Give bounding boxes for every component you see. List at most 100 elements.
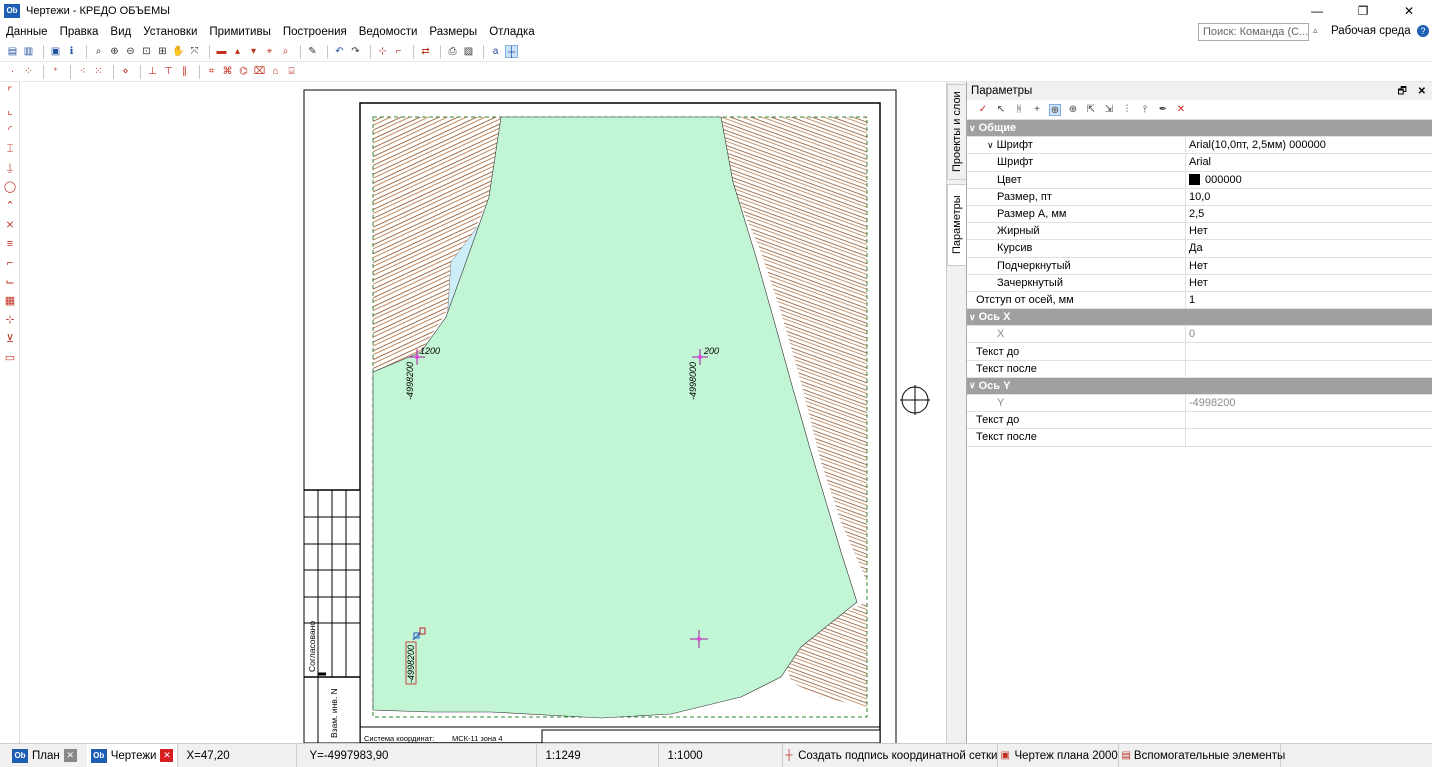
zoom-all-icon[interactable]: ⊞ [156, 45, 169, 58]
save-as-icon[interactable]: ▥ [22, 45, 35, 58]
zoom-out-icon[interactable]: ⊖ [124, 45, 137, 58]
grid-point-icon[interactable]: ⊕ [1049, 103, 1061, 116]
callout-icon[interactable]: ⌐ [2, 255, 18, 271]
edit-node-icon[interactable]: ⌗ [205, 65, 218, 78]
property-value[interactable]: Нет [1186, 275, 1432, 291]
chevron-down-icon[interactable]: ∨ [969, 123, 976, 134]
swap-icon[interactable]: ⇄ [419, 45, 432, 58]
close-drawings-icon[interactable]: ✕ [160, 749, 174, 762]
property-row[interactable]: Текст после [967, 429, 1432, 447]
grid-label-y-bottom-left[interactable]: -4998200 [406, 645, 416, 683]
snap-point-icon[interactable]: ⌐ [392, 45, 405, 58]
property-row[interactable]: X0 [967, 326, 1432, 344]
property-row[interactable]: Зачеркнутый Нет [967, 274, 1432, 292]
point-move-icon[interactable]: ⋄ [119, 65, 132, 78]
chevron-down-icon[interactable]: ∨ [969, 312, 976, 323]
point-line-icon[interactable]: ⁘ [22, 65, 35, 78]
layer-up-icon[interactable]: ▴ [231, 45, 244, 58]
menu-view[interactable]: Вид [104, 26, 137, 38]
drawing-svg[interactable]: 1200 -4998200 200 -4998000 -4998200 Согл… [21, 82, 946, 743]
close-button[interactable]: ✕ [1386, 0, 1432, 22]
polyline-icon[interactable]: ⌞ [2, 103, 18, 119]
fit-icon[interactable]: ⤧ [188, 45, 201, 58]
drawing-canvas[interactable]: 1200 -4998200 200 -4998000 -4998200 Согл… [21, 82, 946, 743]
minimize-button[interactable]: — [1294, 0, 1340, 22]
property-value[interactable]: 1 [1186, 292, 1432, 308]
pick-multi-icon[interactable]: ⇲ [1103, 104, 1115, 116]
search-dropdown-icon[interactable]: ▵ [1313, 25, 1318, 36]
property-value[interactable] [1186, 361, 1432, 377]
status-aux[interactable]: ▤ Вспомогательные элементы [1118, 743, 1285, 767]
select-object-icon[interactable]: ↖ [995, 104, 1007, 116]
property-value[interactable] [1186, 412, 1432, 428]
point-angle-icon[interactable]: ⁙ [92, 65, 105, 78]
menu-data[interactable]: Данные [0, 26, 54, 38]
snap-nodes-icon[interactable]: ⌂ [269, 65, 282, 78]
close-plan-icon[interactable]: ✕ [63, 749, 77, 762]
save-icon[interactable]: ▤ [6, 45, 19, 58]
undo-icon[interactable]: ↶ [333, 45, 346, 58]
property-row[interactable]: Текст до [967, 343, 1432, 361]
node-delete-icon[interactable]: ⊻ [2, 331, 18, 347]
print-icon[interactable]: ⎙ [446, 45, 459, 58]
height-mark-icon[interactable]: ⍊ [2, 160, 18, 176]
menu-edit[interactable]: Правка [54, 26, 105, 38]
property-value[interactable]: Arial(10,0пт, 2,5мм) 000000 [1186, 137, 1432, 153]
zoom-window-icon[interactable]: ⊡ [140, 45, 153, 58]
grid-label-y-top-left[interactable]: -4998200 [405, 362, 415, 400]
property-value[interactable]: 2,5 [1186, 206, 1432, 222]
maximize-button[interactable]: ❐ [1340, 0, 1386, 22]
line-parallel-icon[interactable]: ∥ [178, 65, 191, 78]
property-row[interactable]: Шрифт Arial [967, 154, 1432, 172]
property-value[interactable]: Да [1186, 240, 1432, 256]
text-icon[interactable]: a [489, 45, 502, 58]
property-value[interactable] [1186, 343, 1432, 359]
property-group[interactable]: ∨ Ось X [967, 309, 1432, 327]
layer-icon[interactable]: ▬ [215, 45, 228, 58]
menu-constructions[interactable]: Построения [277, 26, 353, 38]
align-nodes-icon[interactable]: ⫶ [1121, 104, 1133, 116]
property-row[interactable]: Жирный Нет [967, 223, 1432, 241]
cross-point-icon[interactable]: + [1031, 104, 1043, 116]
menu-dimensions[interactable]: Размеры [423, 26, 483, 38]
property-value[interactable]: Arial [1186, 154, 1432, 170]
property-value[interactable]: 10,0 [1186, 189, 1432, 205]
menu-primitives[interactable]: Примитивы [203, 26, 276, 38]
workspace-dropdown[interactable]: Рабочая среда [1331, 25, 1411, 37]
help-icon[interactable]: ? [1417, 25, 1429, 37]
property-row[interactable]: Курсив Да [967, 240, 1432, 258]
property-row[interactable]: Подчеркнутый Нет [967, 257, 1432, 275]
property-row[interactable]: Y -4998200 [967, 395, 1432, 413]
delete-node-icon[interactable]: ⌧ [253, 65, 266, 78]
property-value[interactable]: -4998200 [1186, 395, 1432, 411]
tab-plan[interactable]: Ob План ✕ [0, 744, 81, 767]
chevron-down-icon[interactable]: ∨ [987, 140, 994, 151]
tab-drawings[interactable]: Ob Чертежи ✕ [86, 743, 178, 767]
menu-settings[interactable]: Установки [137, 26, 203, 38]
line-icon[interactable]: ⊥ [146, 65, 159, 78]
status-scale-drawing[interactable]: 1:1000 [658, 743, 782, 767]
point-offset-icon[interactable]: ⁺ [49, 65, 62, 78]
eyedropper-icon[interactable]: ✒ [1157, 104, 1169, 116]
tab-projects-layers[interactable]: Проекты и слои [947, 84, 967, 180]
node-add-icon[interactable]: ⊹ [2, 312, 18, 328]
info-icon[interactable]: ℹ [65, 45, 78, 58]
property-group[interactable]: ∨ Общие [967, 120, 1432, 138]
brush-icon[interactable]: ✎ [306, 45, 319, 58]
close-panel-icon[interactable]: ✕ [1418, 86, 1426, 97]
grid-label-x-top-left[interactable]: 1200 [420, 346, 440, 356]
chevron-down-icon[interactable]: ∨ [969, 380, 976, 391]
snap-icon[interactable]: ⊹ [376, 45, 389, 58]
property-row[interactable]: Текст до [967, 412, 1432, 430]
cancel-icon[interactable]: ✕ [1175, 104, 1187, 116]
line-perp-icon[interactable]: ⊤ [162, 65, 175, 78]
menu-debug[interactable]: Отладка [483, 26, 540, 38]
pick-icon[interactable]: ⇱ [1085, 104, 1097, 116]
apply-icon[interactable]: ✓ [977, 104, 989, 116]
dimension-icon[interactable]: ⌶ [2, 141, 18, 157]
rectangle-icon[interactable]: ▭ [2, 350, 18, 366]
table-icon[interactable]: ▦ [2, 293, 18, 309]
float-panel-icon[interactable]: 🗗 [1397, 86, 1406, 97]
property-row[interactable]: Размер, пт 10,0 [967, 188, 1432, 206]
node-icon[interactable]: ᚻ [1013, 104, 1025, 116]
